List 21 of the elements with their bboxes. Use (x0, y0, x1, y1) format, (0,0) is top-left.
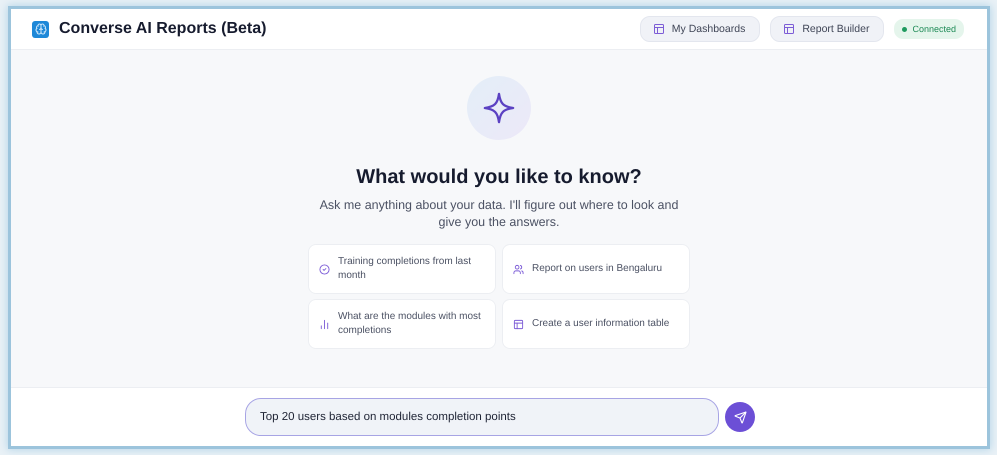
suggestion-card[interactable]: Create a user information table (502, 299, 690, 349)
sparkle-icon (482, 91, 516, 125)
layout-icon (783, 23, 796, 35)
check-circle-icon (319, 264, 330, 274)
users-icon (513, 264, 524, 274)
nav-button[interactable]: Report Builder (770, 16, 884, 42)
bar-chart-icon (319, 318, 330, 330)
status-badge: Connected (894, 19, 964, 39)
app-title: Converse AI Reports (Beta) (59, 20, 268, 38)
layout-icon (652, 23, 665, 35)
question-field[interactable]: Top 20 users based on modules completion points (245, 398, 719, 436)
send-button[interactable] (725, 402, 755, 432)
layout-icon (513, 318, 524, 330)
suggestion-card[interactable]: Report on users in Bengaluru (502, 244, 690, 294)
suggestion-card[interactable]: Training completions from last month (308, 244, 496, 294)
heading: What would you like to know? (356, 166, 642, 189)
suggestion-card[interactable]: What are the modules with most completions (308, 299, 496, 349)
subtitle: Ask me anything about your data. I'll figure out where to look and give you the answers. (318, 197, 680, 231)
brain-logo-icon (32, 20, 49, 38)
send-icon (734, 410, 746, 424)
nav-button[interactable]: My Dashboards (640, 16, 760, 42)
